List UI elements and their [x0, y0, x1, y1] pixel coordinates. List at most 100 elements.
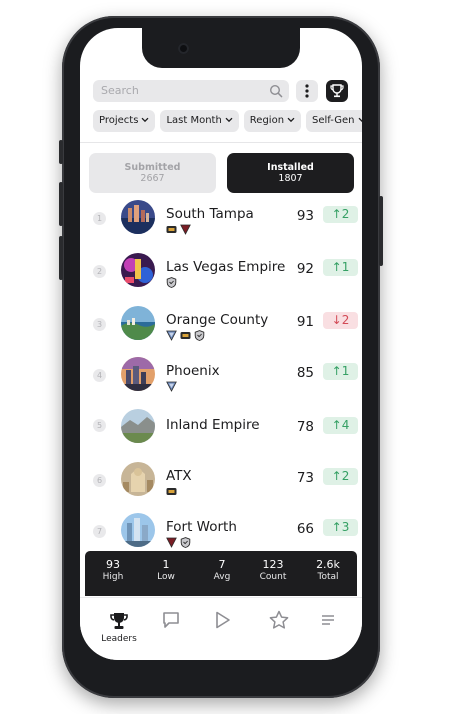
- rank-change-value: 1: [341, 260, 350, 274]
- play-icon: [216, 611, 230, 629]
- stats-bar: 93 High 1 Low 7 Avg 123 Count 2.6k Total: [85, 551, 357, 596]
- rank-badge: 2: [93, 265, 106, 278]
- arrow-up-icon: ↑: [331, 469, 342, 483]
- maroon-triangle-badge-icon: [166, 537, 177, 548]
- phone-side-button: [59, 182, 63, 226]
- leaderboard-row[interactable]: 1 South Tampa 93 ↑2: [80, 200, 362, 252]
- blue-triangle-badge-icon: [166, 381, 177, 392]
- filter-label: Projects: [99, 115, 139, 126]
- star-icon: [269, 610, 289, 629]
- team-score: 93: [296, 208, 314, 224]
- team-score: 78: [296, 419, 314, 435]
- filter-projects[interactable]: Projects: [93, 110, 156, 132]
- rank-change-value: 1: [341, 364, 350, 378]
- rank-change-badge: ↑1: [323, 363, 358, 380]
- filter-date-range[interactable]: Last Month: [160, 110, 239, 132]
- filter-bar: Projects Last Month Region Self-Gen: [93, 110, 362, 132]
- rank-badge: 7: [93, 525, 106, 538]
- team-avatar: [121, 409, 155, 443]
- rank-change-badge: ↑1: [323, 259, 358, 276]
- stat-low: 1 Low: [139, 558, 193, 583]
- segment-count: 2667: [140, 173, 165, 184]
- chevron-down-icon: [141, 117, 149, 123]
- rank-change-badge: ↑2: [323, 206, 358, 223]
- team-name: South Tampa: [166, 206, 254, 222]
- arrow-up-icon: ↑: [331, 207, 342, 221]
- divider: [80, 142, 362, 143]
- tab-menu[interactable]: [308, 608, 348, 648]
- stat-label: Avg: [213, 572, 231, 582]
- stat-avg: 7 Avg: [195, 558, 249, 583]
- filter-self-gen[interactable]: Self-Gen: [306, 110, 362, 132]
- arrow-up-icon: ↑: [331, 418, 342, 432]
- segment-label: Installed: [267, 162, 314, 173]
- segment-installed[interactable]: Installed 1807: [227, 153, 354, 193]
- stat-count: 123 Count: [246, 558, 300, 583]
- rank-badge: 5: [93, 419, 106, 432]
- team-score: 92: [296, 261, 314, 277]
- rank-change-badge: ↑3: [323, 519, 358, 536]
- trophy-icon: [110, 613, 128, 629]
- segment-label: Submitted: [124, 162, 181, 173]
- tab-chat[interactable]: [151, 608, 191, 648]
- filter-label: Region: [249, 115, 285, 126]
- leaderboard-row[interactable]: 4 Phoenix 85 ↑1: [80, 357, 362, 409]
- tab-label: Leaders: [101, 634, 137, 644]
- rank-change-value: 2: [341, 207, 350, 221]
- leaderboard-row[interactable]: 2 Las Vegas Empire 92 ↑1: [80, 253, 362, 305]
- filter-label: Last Month: [166, 115, 222, 126]
- team-name: Phoenix: [166, 363, 220, 379]
- filter-region[interactable]: Region: [243, 110, 302, 132]
- phone-side-button: [59, 140, 63, 164]
- chevron-down-icon: [287, 117, 295, 123]
- rank-change-value: 2: [341, 469, 350, 483]
- gold-badge-icon: [166, 488, 177, 495]
- leaderboard-row[interactable]: 3 Orange County 91 ↓2: [80, 306, 362, 358]
- rank-change-badge: ↑4: [323, 417, 358, 434]
- more-vertical-icon: [305, 84, 309, 98]
- badge-group: [166, 381, 180, 392]
- segment-submitted[interactable]: Submitted 2667: [89, 153, 216, 193]
- leaderboard-row[interactable]: 6 ATX 73 ↑2: [80, 462, 362, 514]
- app-screen: Search Projects Last Month Region Self-Gen …: [80, 28, 362, 660]
- stat-label: Total: [317, 572, 339, 582]
- rank-change-badge: ↑2: [323, 468, 358, 485]
- team-avatar: [121, 357, 155, 391]
- trophy-button[interactable]: [326, 80, 348, 102]
- blue-triangle-badge-icon: [166, 330, 177, 341]
- silver-shield-badge-icon: [166, 277, 177, 288]
- maroon-triangle-badge-icon: [180, 224, 191, 235]
- more-options-button[interactable]: [296, 80, 318, 102]
- bottom-tab-bar: Leaders: [80, 597, 362, 660]
- rank-badge: 3: [93, 318, 106, 331]
- segment-count: 1807: [278, 173, 303, 184]
- team-score: 73: [296, 470, 314, 486]
- tab-favorites[interactable]: [259, 608, 299, 648]
- search-input[interactable]: Search: [93, 80, 289, 102]
- chevron-down-icon: [358, 117, 362, 123]
- team-score: 91: [296, 314, 314, 330]
- team-avatar: [121, 200, 155, 234]
- gold-badge-icon: [166, 226, 177, 233]
- team-name: Inland Empire: [166, 417, 260, 433]
- rank-badge: 4: [93, 369, 106, 382]
- rank-change-badge: ↓2: [323, 312, 358, 329]
- arrow-up-icon: ↑: [331, 260, 342, 274]
- tab-play[interactable]: [202, 608, 242, 648]
- arrow-up-icon: ↑: [331, 520, 342, 534]
- gold-badge-icon: [180, 332, 191, 339]
- menu-icon: [322, 615, 334, 625]
- team-score: 85: [296, 365, 314, 381]
- team-score: 66: [296, 521, 314, 537]
- stat-value: 93: [106, 558, 120, 571]
- stat-label: High: [102, 572, 124, 582]
- stat-label: Low: [157, 572, 175, 582]
- arrow-down-icon: ↓: [331, 313, 342, 327]
- team-avatar: [121, 253, 155, 287]
- team-name: Fort Worth: [166, 519, 237, 535]
- phone-side-button: [59, 236, 63, 280]
- stat-value: 2.6k: [316, 558, 340, 571]
- leaderboard-row[interactable]: 5 Inland Empire 78 ↑4: [80, 409, 362, 461]
- tab-leaders[interactable]: Leaders: [99, 608, 139, 648]
- team-name: Las Vegas Empire: [166, 259, 286, 275]
